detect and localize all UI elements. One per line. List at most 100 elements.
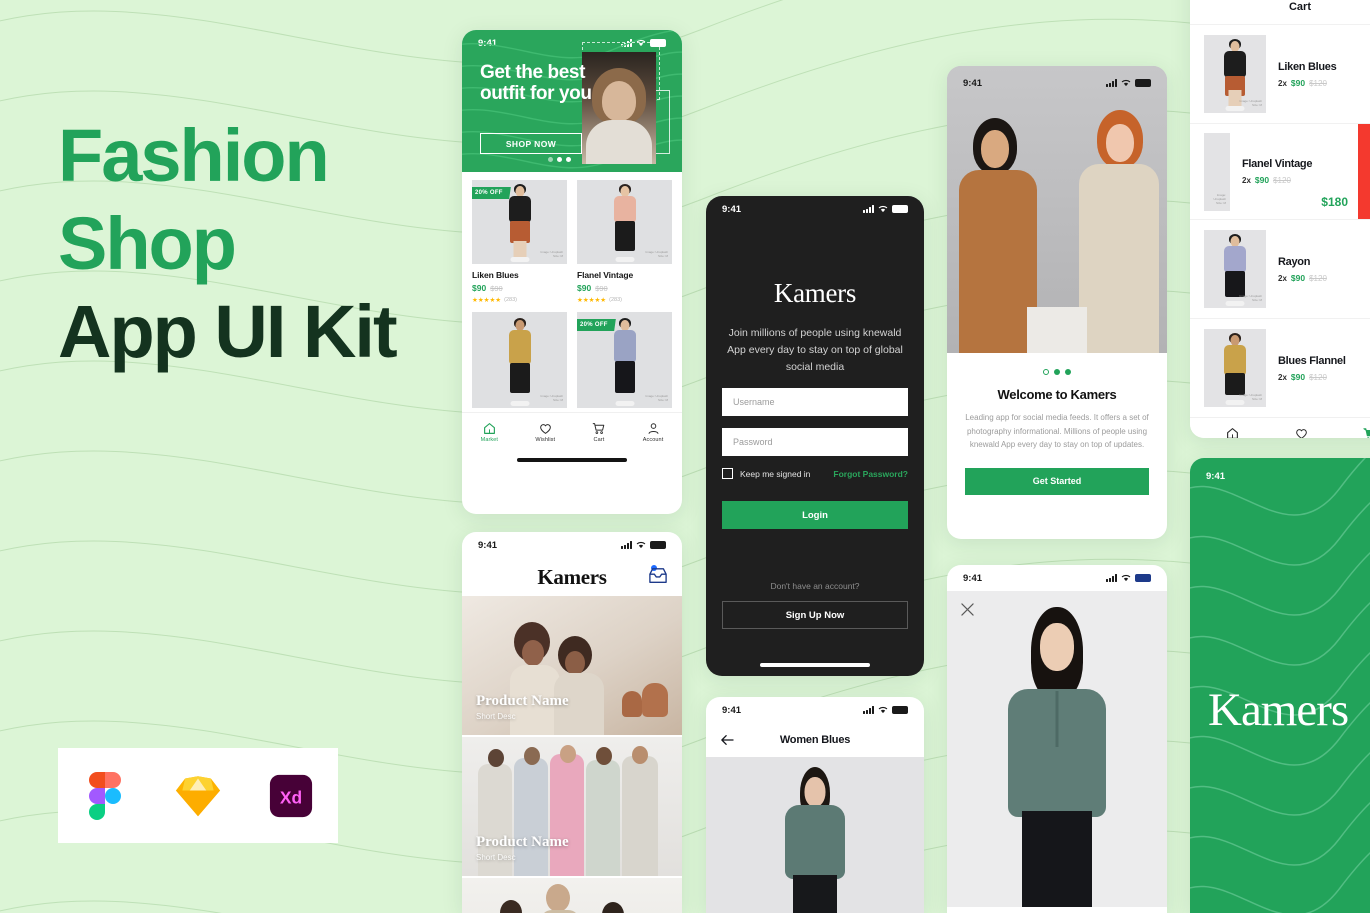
sidebar-item-market[interactable]: Market	[1223, 427, 1240, 438]
figma-logo	[82, 771, 128, 820]
app-brand: Kamers	[773, 278, 857, 308]
checkbox-box[interactable]	[722, 468, 733, 479]
cart-item-row[interactable]: Image: Unsplash Size: M Blues Flannel 2x …	[1190, 318, 1370, 417]
sidebar-item-wishlist[interactable]: Wishlist	[535, 422, 555, 443]
detail-header: Women Blues	[706, 723, 924, 757]
cart-item-qty: 2x	[1278, 372, 1287, 382]
product-image-tag: Image: Unsplash Size: M	[645, 250, 668, 259]
product-rating: ★★★★★ (283)	[577, 297, 622, 304]
banner-headline: Get the best outfit for you	[480, 62, 592, 104]
status-icons	[863, 205, 908, 213]
cart-icon	[1362, 427, 1370, 438]
product-thumbnail: Image: Unsplash Size: M	[472, 312, 567, 408]
delete-item-button[interactable]	[1358, 124, 1370, 219]
cart-item-row[interactable]: Image: Unsplash Size: M Rayon 2x $90 $120	[1190, 219, 1370, 318]
feed-item-title: Product Name	[476, 693, 569, 709]
cart-item-row[interactable]: Image: Unsplash Size: M Liken Blues 2x $9…	[1190, 24, 1370, 123]
feed-header: Kamers	[462, 558, 682, 596]
page-title: Women Blues	[779, 734, 851, 746]
product-rating: ★★★★★ (283)	[472, 297, 517, 304]
home-indicator	[760, 663, 870, 667]
phone-login-screen: 9:41 Kamers Join millions of people usin…	[706, 196, 924, 676]
cart-item-row-swiped[interactable]: Image: Unsplash Size: M Flanel Vintage 2x…	[1190, 123, 1370, 219]
feed-item[interactable]: Product Name Short Desc	[462, 596, 682, 737]
cart-item-thumbnail: Image: Unsplash Size: M	[1204, 230, 1266, 308]
inbox-icon[interactable]	[648, 567, 668, 585]
feed-caption: Product Name Short Desc	[476, 834, 569, 862]
signup-button[interactable]: Sign Up Now	[722, 601, 908, 629]
product-price-old: $90	[490, 284, 503, 293]
keep-signed-in-checkbox[interactable]: Keep me signed in	[722, 468, 810, 479]
product-image-tag: Image: Unsplash Size: M	[645, 394, 668, 403]
onboarding-content: Welcome to Kamers Leading app for social…	[947, 353, 1167, 495]
sidebar-item-account[interactable]: Account	[643, 422, 664, 443]
battery-icon	[892, 706, 908, 714]
close-icon[interactable]	[961, 603, 974, 616]
login-options-row: Keep me signed in Forgot Password?	[722, 468, 908, 479]
sidebar-item-market[interactable]: Market	[481, 422, 498, 443]
username-placeholder: Username	[733, 397, 775, 407]
tool-logos-panel: Xd	[58, 748, 338, 843]
feed-item-subtitle: Short Desc	[476, 712, 516, 721]
wifi-icon	[1121, 574, 1131, 582]
product-card[interactable]: 20% OFF Image: Unsplash Size: M	[577, 312, 672, 408]
cart-item-price-old: $120	[1309, 372, 1327, 382]
product-grid: 20% OFF Image: Unsplash Size: M Liken Blu…	[462, 172, 682, 412]
sidebar-item-wishlist[interactable]: Wishlist	[1292, 427, 1312, 438]
bottom-tab-bar: Market Wishlist Cart Account	[462, 412, 682, 452]
heart-icon	[1296, 429, 1307, 438]
wifi-icon	[1121, 79, 1131, 87]
product-card[interactable]: 20% OFF Image: Unsplash Size: M Liken Blu…	[472, 180, 567, 304]
product-card[interactable]: Image: Unsplash Size: M	[472, 312, 567, 408]
hero-line-1: Fashion	[58, 114, 330, 197]
phone-splash-screen: 9:41 Kamers	[1190, 458, 1370, 913]
promo-banner[interactable]: 9:41 Get the best outfit for you SHOP NO…	[462, 30, 682, 172]
onboarding-pagination-dots[interactable]	[965, 369, 1149, 375]
cart-item-thumbnail: Image: Unsplash Size: M	[1204, 329, 1266, 407]
onboarding-photo: 9:41	[947, 66, 1167, 353]
sidebar-item-cart[interactable]: Cart	[1362, 427, 1370, 438]
username-input[interactable]: Username	[722, 388, 908, 416]
status-time: 9:41	[1206, 470, 1226, 482]
feed-item[interactable]: Product Name Short Desc	[462, 737, 682, 878]
feed-item[interactable]	[462, 878, 682, 913]
app-brand: Kamers	[537, 564, 607, 589]
phone-product-detail-screen: 9:41 Women Blues	[706, 697, 924, 913]
status-bar: 9:41	[706, 196, 924, 222]
cart-item-qty: 2x	[1278, 273, 1287, 283]
phone-market-screen: 9:41 Get the best outfit for you SHOP NO…	[462, 30, 682, 514]
cart-item-total: $180	[1321, 195, 1348, 209]
status-icons	[1106, 574, 1151, 582]
banner-carousel-dots[interactable]	[548, 157, 571, 162]
cart-item-image-tag: Image: Unsplash Size: M	[1239, 99, 1262, 108]
signal-icon	[1106, 574, 1117, 582]
feed-item-subtitle: Short Desc	[476, 853, 516, 862]
product-review-count: (283)	[504, 297, 517, 303]
battery-icon	[650, 541, 666, 549]
wifi-icon	[878, 205, 888, 213]
cart-item-thumbnail: Image: Unsplash Size: M	[1204, 35, 1266, 113]
login-button[interactable]: Login	[722, 501, 908, 529]
product-price-new: $90	[577, 283, 592, 293]
heart-icon	[539, 424, 551, 434]
phone-cart-screen: Cart Image: Unsplash Size: M Liken Blues …	[1190, 0, 1370, 438]
shop-now-button[interactable]: SHOP NOW	[480, 133, 582, 154]
product-thumbnail: 20% OFF Image: Unsplash Size: M	[472, 180, 567, 264]
status-bar: 9:41	[947, 565, 1167, 591]
status-time: 9:41	[722, 203, 742, 215]
app-brand: Kamers	[1208, 684, 1349, 736]
product-card[interactable]: Image: Unsplash Size: M Flanel Vintage $9…	[577, 180, 672, 304]
product-name: Liken Blues	[472, 270, 519, 280]
get-started-button[interactable]: Get Started	[965, 467, 1149, 495]
sidebar-item-cart[interactable]: Cart	[592, 422, 605, 443]
user-icon	[648, 423, 659, 434]
product-price-old: $90	[595, 284, 608, 293]
phone-product-detail-full-screen: 9:41	[947, 565, 1167, 913]
password-input[interactable]: Password	[722, 428, 908, 456]
status-bar: 9:41	[947, 70, 1167, 96]
cart-item-qty: 2x	[1242, 176, 1251, 185]
home-icon	[483, 423, 495, 434]
forgot-password-link[interactable]: Forgot Password?	[833, 469, 908, 479]
feed-item-title: Product Name	[476, 834, 569, 850]
discount-badge: 20% OFF	[472, 187, 511, 199]
